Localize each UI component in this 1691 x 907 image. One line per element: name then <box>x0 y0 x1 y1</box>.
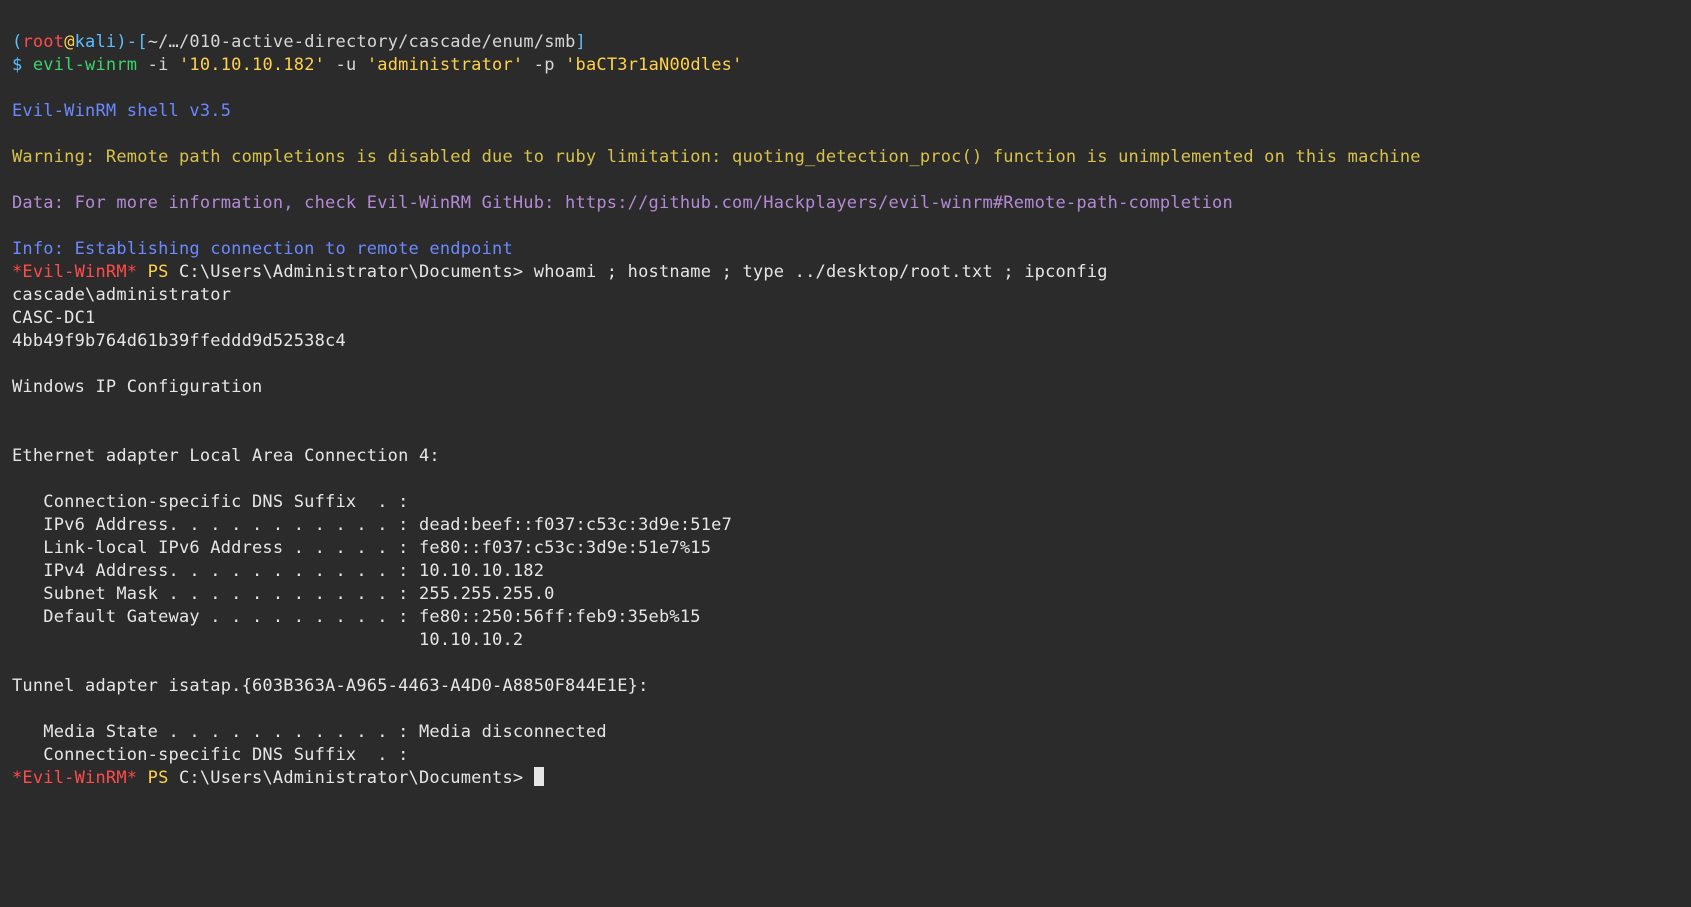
data-line: Data: For more information, check Evil-W… <box>12 193 1233 213</box>
output-tun-header: Tunnel adapter isatap.{603B363A-A965-446… <box>12 676 649 696</box>
output-eth-ipv6: IPv6 Address. . . . . . . . . . . : dead… <box>12 515 732 535</box>
terminal[interactable]: (root@kali)-[~/…/010-active-directory/ca… <box>0 0 1691 798</box>
output-eth-gw1: Default Gateway . . . . . . . . . : fe80… <box>12 607 701 627</box>
output-hostname: CASC-DC1 <box>12 308 95 328</box>
output-eth-dns: Connection-specific DNS Suffix . : <box>12 492 409 512</box>
output-whoami: cascade\administrator <box>12 285 231 305</box>
banner-version: Evil-WinRM shell v3.5 <box>12 101 231 121</box>
output-eth-ipv4: IPv4 Address. . . . . . . . . . . : 10.1… <box>12 561 544 581</box>
output-eth-mask: Subnet Mask . . . . . . . . . . . : 255.… <box>12 584 555 604</box>
prompt-line-2: $ evil-winrm -i '10.10.10.182' -u 'admin… <box>12 55 743 75</box>
output-eth-header: Ethernet adapter Local Area Connection 4… <box>12 446 440 466</box>
shell-prompt-2[interactable]: *Evil-WinRM* PS C:\Users\Administrator\D… <box>12 768 544 788</box>
output-roottxt: 4bb49f9b764d61b39ffeddd9d52538c4 <box>12 331 346 351</box>
output-ipconfig-title: Windows IP Configuration <box>12 377 262 397</box>
prompt-line-1: (root@kali)-[~/…/010-active-directory/ca… <box>12 32 586 52</box>
info-line: Info: Establishing connection to remote … <box>12 239 513 259</box>
output-eth-gw2: 10.10.10.2 <box>12 630 523 650</box>
output-tun-media: Media State . . . . . . . . . . . : Medi… <box>12 722 607 742</box>
output-tun-dns: Connection-specific DNS Suffix . : <box>12 745 409 765</box>
warning-line: Warning: Remote path completions is disa… <box>12 147 1421 167</box>
cursor-block <box>534 767 544 786</box>
output-eth-linkv6: Link-local IPv6 Address . . . . . : fe80… <box>12 538 711 558</box>
shell-prompt-1: *Evil-WinRM* PS C:\Users\Administrator\D… <box>12 262 1108 282</box>
